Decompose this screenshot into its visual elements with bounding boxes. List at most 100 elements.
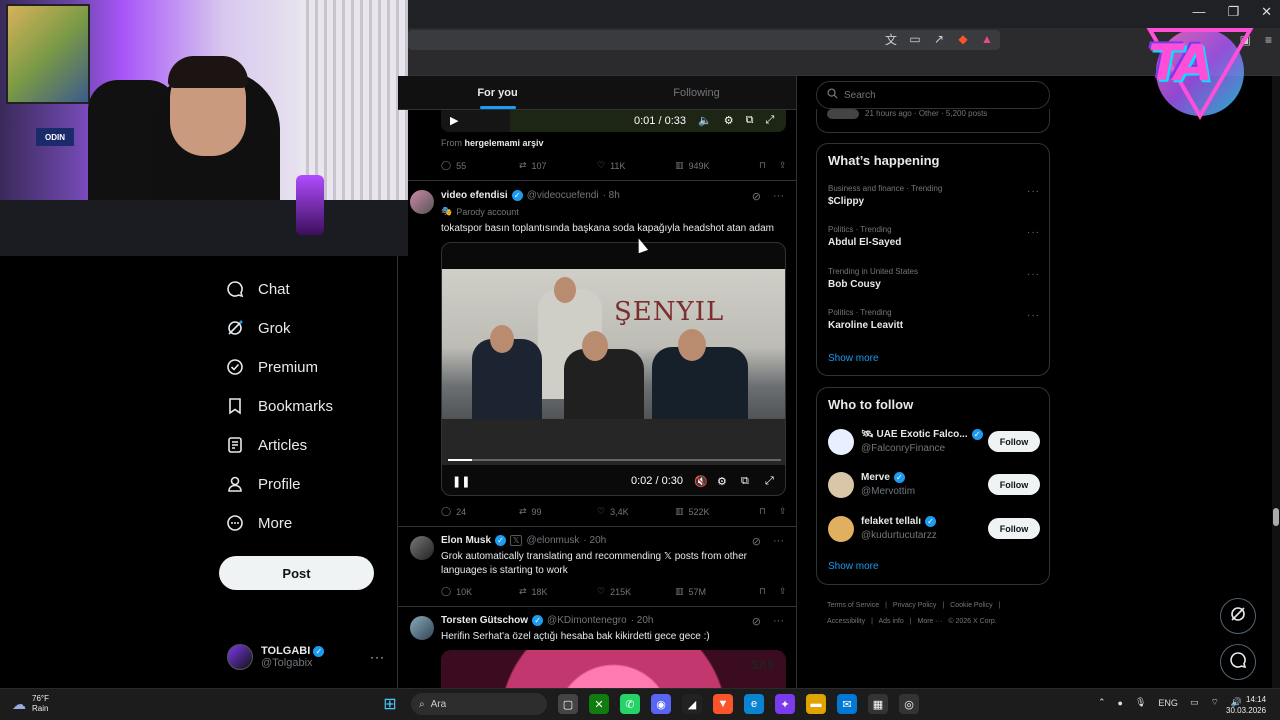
more-options-icon[interactable]: ··· xyxy=(1027,310,1040,321)
ads-info-link[interactable]: Ads info xyxy=(878,618,903,625)
follow-suggestion[interactable]: Merve ✓ @Mervottim Follow xyxy=(828,472,1040,502)
grok-icon[interactable]: ⊘ xyxy=(752,615,761,628)
reply-button[interactable]: ◯ 10K xyxy=(441,586,519,597)
more-options-icon[interactable]: ··· xyxy=(773,535,784,548)
close-button[interactable]: ✕ xyxy=(1261,4,1272,20)
author-handle[interactable]: @KDimontenegro xyxy=(547,615,627,626)
address-bar[interactable]: 文 ▭ ↗ ◆ ▲ xyxy=(408,30,1000,50)
tray-overflow-icon[interactable]: ⌃ xyxy=(1098,697,1106,708)
nav-bookmarks[interactable]: Bookmarks xyxy=(226,397,333,415)
tweet-time[interactable]: · 20h xyxy=(583,535,606,546)
play-button[interactable]: ▶ xyxy=(450,114,458,127)
terminal-icon[interactable]: ◢ xyxy=(682,694,702,714)
account-switcher[interactable]: TOLGABI ✓ @Tolgabix xyxy=(227,644,325,670)
edge-icon[interactable]: e xyxy=(744,694,764,714)
follow-suggestion[interactable]: 🛰 UAE Exotic Falco... ✓ @FalconryFinance … xyxy=(828,429,1040,459)
volume-icon[interactable]: 🔈 xyxy=(698,114,712,127)
more-options-icon[interactable]: ··· xyxy=(1027,227,1040,238)
tweet-time[interactable]: · 20h xyxy=(631,615,654,626)
brave-shield-icon[interactable]: ◆ xyxy=(956,32,970,46)
microphone-icon[interactable]: 🎙 xyxy=(1135,697,1146,708)
more-options-icon[interactable]: ··· xyxy=(1027,186,1040,197)
tab-for-you[interactable]: For you xyxy=(398,76,597,109)
mute-icon[interactable]: 🔇 xyxy=(694,475,708,488)
more-options-icon[interactable]: ··· xyxy=(773,190,784,203)
nav-articles[interactable]: Articles xyxy=(226,436,307,454)
cast-icon[interactable]: ▭ xyxy=(908,32,922,46)
grok-icon[interactable]: ⊘ xyxy=(752,535,761,548)
search-input[interactable] xyxy=(844,89,1034,101)
brave-rewards-icon[interactable]: ▲ xyxy=(980,32,994,46)
account-more-icon[interactable]: ··· xyxy=(370,650,385,664)
windows-start-icon[interactable]: ⊞ xyxy=(380,694,400,714)
copilot-icon[interactable]: ✦ xyxy=(775,694,795,714)
task-view-icon[interactable]: ▢ xyxy=(558,694,578,714)
file-explorer-icon[interactable]: ▬ xyxy=(806,694,826,714)
author-name[interactable]: video efendisi xyxy=(441,190,508,201)
translate-icon[interactable]: 文 xyxy=(884,32,898,47)
cookie-link[interactable]: Cookie Policy xyxy=(950,602,992,609)
tweet-video[interactable]: SA9 xyxy=(441,650,786,688)
nav-profile[interactable]: Profile xyxy=(226,475,301,493)
menu-icon[interactable]: ≡ xyxy=(1265,33,1272,47)
more-options-icon[interactable]: ··· xyxy=(773,615,784,628)
nav-chat[interactable]: Chat xyxy=(226,280,290,298)
like-button[interactable]: ♡ 3,4K xyxy=(597,506,675,517)
avatar[interactable] xyxy=(410,190,434,214)
author-handle[interactable]: @elonmusk xyxy=(526,535,579,546)
views-button[interactable]: ▥ 57M xyxy=(675,586,759,597)
pip-icon[interactable]: ⧉ xyxy=(746,114,754,127)
more-options-icon[interactable]: ··· xyxy=(1027,269,1040,280)
author-name[interactable]: Elon Musk xyxy=(441,535,491,546)
grok-icon[interactable]: ⊘ xyxy=(752,190,761,203)
weather-widget[interactable]: ☁ 76°F Rain xyxy=(12,694,49,714)
fullscreen-icon[interactable]: ⤢ xyxy=(765,114,774,127)
mail-icon[interactable]: ✉ xyxy=(837,694,857,714)
share-button[interactable]: ⇪ xyxy=(779,586,789,597)
network-activity-icon[interactable]: ● xyxy=(1118,698,1123,708)
clock[interactable]: 14:14 30.03.2026 xyxy=(1226,694,1266,716)
fullscreen-icon[interactable]: ⤢ xyxy=(765,475,774,488)
views-button[interactable]: ▥ 522K xyxy=(675,506,759,517)
messages-fab[interactable] xyxy=(1220,644,1256,680)
share-icon[interactable]: ↗ xyxy=(932,32,946,46)
live-card-partial[interactable]: 21 hours ago · Other · 5,200 posts xyxy=(816,109,1050,133)
from-attribution[interactable]: From hergelemami arşiv xyxy=(441,138,544,148)
bookmark-button[interactable]: ⊓ xyxy=(759,506,779,517)
reply-button[interactable]: ◯ 55 xyxy=(441,160,519,171)
post-button[interactable]: Post xyxy=(219,556,374,590)
nav-more[interactable]: More xyxy=(226,514,292,532)
accessibility-link[interactable]: Accessibility xyxy=(827,618,865,625)
bookmark-button[interactable]: ⊓ xyxy=(759,160,779,171)
trend-item[interactable]: Politics · Trending Abdul El-Sayed ··· xyxy=(828,225,1040,248)
more-link[interactable]: More ··· xyxy=(918,618,943,625)
pip-icon[interactable]: ⧉ xyxy=(741,475,749,488)
nav-premium[interactable]: Premium xyxy=(226,358,318,376)
pause-icon[interactable]: ❚❚ xyxy=(452,475,470,488)
page-scrollbar[interactable] xyxy=(1272,76,1280,688)
video-progress[interactable] xyxy=(448,459,781,461)
repost-button[interactable]: ⇄ 18K xyxy=(519,586,597,597)
repost-button[interactable]: ⇄ 107 xyxy=(519,160,597,171)
store-icon[interactable]: ▦ xyxy=(868,694,888,714)
taskbar-search[interactable]: ⌕ Ara xyxy=(411,693,547,715)
repost-button[interactable]: ⇄ 99 xyxy=(519,506,597,517)
xbox-icon[interactable]: ✕ xyxy=(589,694,609,714)
settings-icon[interactable]: ⚙ xyxy=(717,475,727,488)
show-more-link[interactable]: Show more xyxy=(828,353,879,364)
share-button[interactable]: ⇪ xyxy=(779,506,789,517)
brave-icon[interactable]: ▼ xyxy=(713,694,733,714)
terms-link[interactable]: Terms of Service xyxy=(827,602,879,609)
reply-button[interactable]: ◯ 24 xyxy=(441,506,519,517)
tweet-video[interactable]: ŞENYIL ❚❚ 0:02 / 0:30 🔇 ⚙ ⧉ ⤢ xyxy=(441,242,786,496)
tweet-time[interactable]: · 8h xyxy=(603,190,620,201)
author-name[interactable]: Torsten Gütschow xyxy=(441,615,528,626)
avatar[interactable] xyxy=(410,616,434,640)
share-button[interactable]: ⇪ xyxy=(779,160,789,171)
obs-icon[interactable]: ◎ xyxy=(899,694,919,714)
whatsapp-icon[interactable]: ✆ xyxy=(620,694,640,714)
language-indicator[interactable]: ENG xyxy=(1158,698,1178,708)
trend-item[interactable]: Business and finance · Trending $Clippy … xyxy=(828,184,1040,207)
privacy-link[interactable]: Privacy Policy xyxy=(893,602,937,609)
author-handle[interactable]: @videocuefendi xyxy=(527,190,599,201)
